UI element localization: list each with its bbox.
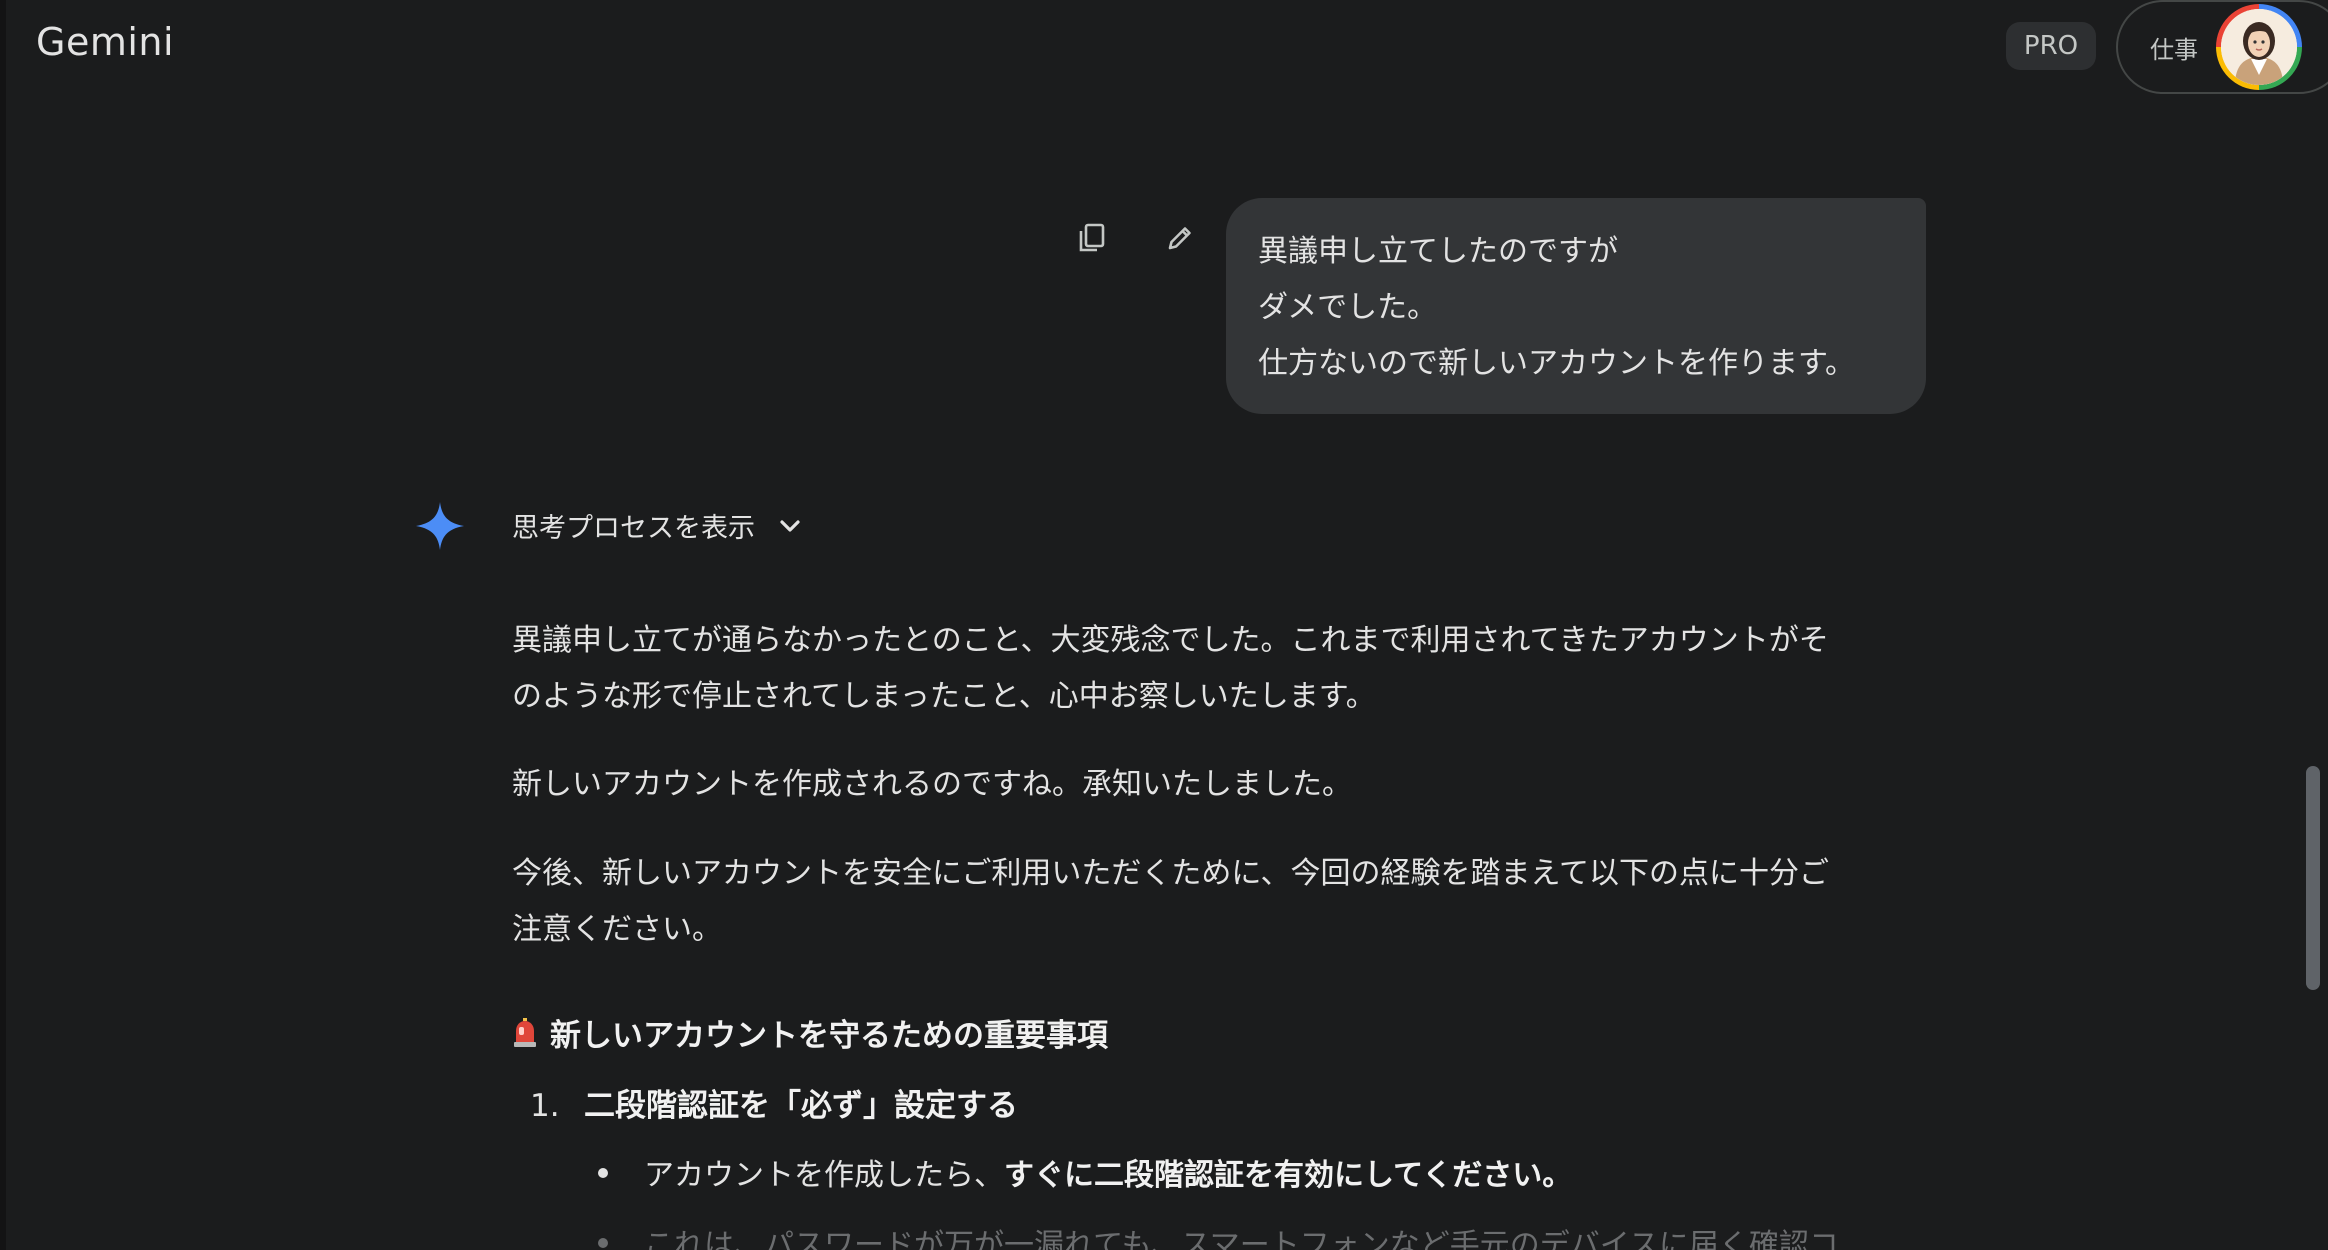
scrollbar-thumb[interactable] <box>2306 766 2320 990</box>
show-thinking-toggle[interactable]: 思考プロセスを表示 <box>512 506 803 545</box>
list-item: 1. 二段階認証を「必ず」設定する <box>530 1080 1018 1125</box>
siren-icon <box>512 1017 538 1048</box>
paragraph-line: 異議申し立てが通らなかったとのこと、大変残念でした。これまで利用されてきたアカウ… <box>512 623 1829 658</box>
paragraph-line: のような形で停止されてしまったこと、心中お察しいたします。 <box>512 679 1376 714</box>
bullet-dot <box>598 1167 608 1178</box>
paragraph-line: 今後、新しいアカウントを安全にご利用いただくために、今回の経験を踏まえて以下の点… <box>512 856 1829 891</box>
user-message-line: ダメでした。 <box>1258 290 1438 325</box>
sidebar-edge <box>0 0 6 1250</box>
bullet-text: これは、パスワードが万が一漏れても、スマートフォンなど手元のデバイスに届く確認コ <box>644 1228 1839 1250</box>
user-message-line: 異議申し立てしたのですが <box>1258 234 1618 269</box>
section-heading: 新しいアカウントを守るための重要事項 <box>512 1010 1108 1055</box>
response-paragraph: 異議申し立てが通らなかったとのこと、大変残念でした。これまで利用されてきたアカウ… <box>512 613 1932 725</box>
avatar[interactable] <box>2216 4 2302 90</box>
response-paragraph: 今後、新しいアカウントを安全にご利用いただくために、今回の経験を踏まえて以下の点… <box>512 846 1932 958</box>
bullet-item: アカウントを作成したら、すぐに二段階認証を有効にしてください。 <box>598 1150 1572 1194</box>
copy-icon[interactable] <box>1070 216 1114 260</box>
gemini-chat-page: Gemini PRO 仕事 異議申し立てしたのですが ダメでした。 仕方ないので… <box>0 0 2328 1250</box>
bullet-dot <box>598 1237 608 1248</box>
section-heading-text: 新しいアカウントを守るための重要事項 <box>550 1018 1108 1054</box>
response-paragraph: 新しいアカウントを作成されるのですね。承知いたしました。 <box>512 757 1932 813</box>
bullet-text: アカウントを作成したら、 <box>644 1158 1004 1193</box>
paragraph-line: 新しいアカウントを作成されるのですね。承知いたしました。 <box>512 767 1352 802</box>
paragraph-line: 注意ください。 <box>512 912 722 947</box>
account-label[interactable]: 仕事 <box>2150 30 2198 65</box>
list-item-title: 二段階認証を「必ず」設定する <box>584 1088 1018 1124</box>
avatar-image <box>2221 9 2297 85</box>
pro-badge[interactable]: PRO <box>2006 22 2096 70</box>
bullet-strong-text: すぐに二段階認証を有効にしてください。 <box>1004 1158 1573 1193</box>
edit-icon[interactable] <box>1158 216 1202 260</box>
chevron-down-icon <box>777 513 803 539</box>
thinking-label: 思考プロセスを表示 <box>512 513 755 544</box>
list-number: 1. <box>530 1088 560 1124</box>
gemini-star-icon <box>416 502 464 550</box>
app-title[interactable]: Gemini <box>36 20 174 64</box>
bullet-item: これは、パスワードが万が一漏れても、スマートフォンなど手元のデバイスに届く確認コ <box>598 1220 1839 1250</box>
user-message-bubble: 異議申し立てしたのですが ダメでした。 仕方ないので新しいアカウントを作ります。 <box>1226 198 1926 414</box>
user-message-line: 仕方ないので新しいアカウントを作ります。 <box>1258 346 1855 381</box>
